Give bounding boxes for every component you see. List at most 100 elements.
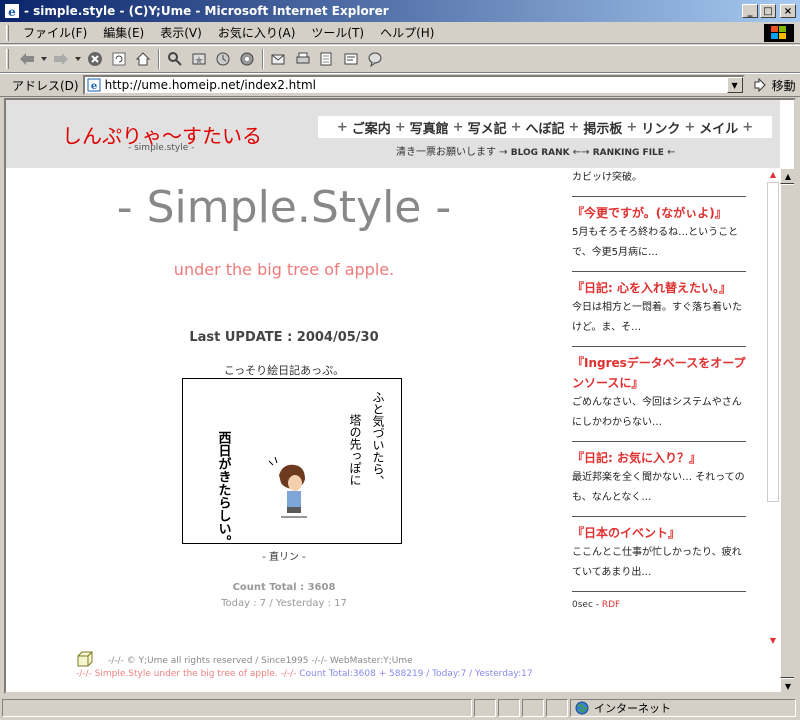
page-subtitle: under the big tree of apple. bbox=[173, 260, 395, 279]
discuss-icon[interactable] bbox=[340, 48, 362, 70]
url-input[interactable] bbox=[104, 78, 727, 92]
list-item: 『日記: 心を入れ替えたい。』 今日は相方と一悶着。すぐ落ち着いたけど。ま、そ… bbox=[572, 272, 746, 347]
back-dropdown-icon[interactable] bbox=[40, 48, 48, 70]
menu-help[interactable]: ヘルプ(H) bbox=[372, 24, 442, 41]
scroll-up-icon[interactable]: ▲ bbox=[780, 168, 794, 184]
mail-icon[interactable] bbox=[268, 48, 290, 70]
last-update: Last UPDATE : 2004/05/30 bbox=[189, 330, 379, 345]
status-cell bbox=[546, 699, 568, 717]
nav-link-diary[interactable]: へぼ記 bbox=[525, 118, 564, 137]
toolbar-separator bbox=[158, 49, 160, 69]
rdf-link[interactable]: RDF bbox=[602, 600, 620, 610]
browser-viewport: しんぷりゃ〜すたいる - simple.style - + ご案内 + 写真館 … bbox=[4, 98, 796, 694]
footer-info: -/-/- Simple.Style under the big tree of… bbox=[76, 669, 533, 679]
entry-body: 5月もそろそろ終わるね…ということで、今更5月病に… bbox=[572, 227, 739, 258]
menu-favorites[interactable]: お気に入り(A) bbox=[210, 24, 304, 41]
cube-icon bbox=[77, 651, 93, 667]
minimize-button[interactable]: _ bbox=[742, 4, 758, 18]
entry-title-link[interactable]: 『今更ですが。(ながぃよ)』 bbox=[572, 203, 746, 223]
stop-icon[interactable] bbox=[84, 48, 106, 70]
status-cell bbox=[498, 699, 520, 717]
address-bar: アドレス(D) e ▼ 移動 bbox=[0, 73, 800, 97]
scroll-up-icon[interactable]: ▲ bbox=[767, 168, 779, 180]
edit-icon[interactable] bbox=[316, 48, 338, 70]
news-frame: カビッけ突破。 『今更ですが。(ながぃよ)』 5月もそろそろ終わるね…ということ… bbox=[562, 168, 766, 646]
back-icon[interactable] bbox=[16, 48, 38, 70]
page-scroll-thumb[interactable] bbox=[780, 184, 794, 678]
toolbar-grip bbox=[6, 49, 9, 69]
menu-file[interactable]: ファイル(F) bbox=[15, 24, 95, 41]
entry-title-link[interactable]: 『日本のイベント』 bbox=[572, 523, 746, 543]
svg-text:e: e bbox=[8, 5, 16, 19]
status-cell bbox=[474, 699, 496, 717]
address-label: アドレス(D) bbox=[12, 78, 79, 93]
blog-rank-link[interactable]: BLOG RANK bbox=[511, 148, 570, 158]
page-title: - Simple.Style - bbox=[116, 182, 452, 233]
news-scroll-thumb[interactable] bbox=[767, 182, 779, 502]
entry-title-link[interactable]: 『Ingresデータベースをオープンソースに』 bbox=[572, 353, 746, 393]
menu-grip bbox=[6, 24, 9, 41]
nav-separator: + bbox=[568, 119, 580, 135]
search-icon[interactable] bbox=[164, 48, 186, 70]
rss-timing: 0sec - bbox=[572, 600, 602, 610]
arrow-mid: ←→ bbox=[572, 147, 590, 158]
count-today: Today : 7 / Yesterday : 17 bbox=[221, 598, 347, 609]
vote-text: 清き一票お願いします → bbox=[396, 147, 508, 158]
forward-icon[interactable] bbox=[50, 48, 72, 70]
refresh-icon[interactable] bbox=[108, 48, 130, 70]
menu-tools[interactable]: ツール(T) bbox=[303, 24, 372, 41]
favorites-icon[interactable] bbox=[188, 48, 210, 70]
ie-icon: e bbox=[5, 4, 19, 19]
print-icon[interactable] bbox=[292, 48, 314, 70]
menu-view[interactable]: 表示(V) bbox=[152, 24, 210, 41]
nav-link-mail[interactable]: メイル bbox=[699, 118, 738, 137]
site-header: しんぷりゃ〜すたいる - simple.style - + ご案内 + 写真館 … bbox=[6, 100, 780, 168]
address-field[interactable]: e ▼ bbox=[82, 75, 745, 95]
close-button[interactable]: × bbox=[780, 4, 796, 18]
menu-edit[interactable]: 編集(E) bbox=[95, 24, 152, 41]
messenger-icon[interactable] bbox=[364, 48, 386, 70]
list-item: 『Ingresデータベースをオープンソースに』 ごめんなさい、今回はシステムやさ… bbox=[572, 347, 746, 442]
nav-separator: + bbox=[684, 119, 696, 135]
direct-link-caption[interactable]: - 直リン - bbox=[6, 548, 562, 563]
nav-link-photos[interactable]: 写真館 bbox=[410, 118, 449, 137]
media-icon[interactable] bbox=[236, 48, 258, 70]
entry-body: 最近邦楽を全く聞かない… それってのも、なんとなく… bbox=[572, 472, 745, 503]
svg-text:e: e bbox=[90, 81, 96, 92]
nav-separator: + bbox=[452, 119, 464, 135]
home-icon[interactable] bbox=[132, 48, 154, 70]
history-icon[interactable] bbox=[212, 48, 234, 70]
window-title: - simple.style - (C)Y;Ume - Microsoft In… bbox=[24, 4, 389, 18]
scroll-down-icon[interactable]: ▼ bbox=[780, 678, 794, 692]
diary-illustration[interactable]: 西日がきたらしい。 ふと気づいたら、 塔の先っぽに bbox=[182, 378, 402, 548]
ranking-file-link[interactable]: RANKING FILE bbox=[593, 148, 664, 158]
nav-link-bbs[interactable]: 掲示板 bbox=[583, 118, 622, 137]
go-arrow-icon bbox=[754, 78, 766, 92]
footer-copyright: -/-/- © Y;Ume all rights reserved / Sinc… bbox=[108, 656, 413, 666]
forward-dropdown-icon[interactable] bbox=[74, 48, 82, 70]
go-button[interactable]: 移動 bbox=[753, 77, 796, 94]
page-icon: e bbox=[87, 78, 101, 92]
minimize-icon: _ bbox=[747, 5, 753, 17]
entry-body: ここんとこ仕事が忙しかったり、疲れていてあまり出… bbox=[572, 547, 742, 578]
site-logo-sub: - simple.style - bbox=[128, 143, 195, 153]
news-scrollbar[interactable]: ▲ ▼ bbox=[766, 168, 780, 646]
nav-separator: + bbox=[510, 119, 522, 135]
scroll-down-icon[interactable]: ▼ bbox=[767, 634, 779, 646]
list-item: 『日本のイベント』 ここんとこ仕事が忙しかったり、疲れていてあまり出… bbox=[572, 517, 746, 592]
nav-link-links[interactable]: リンク bbox=[641, 118, 680, 137]
entry-title-link[interactable]: 『日記: 心を入れ替えたい。』 bbox=[572, 278, 746, 298]
close-icon: × bbox=[783, 5, 793, 17]
nav-link-photo-diary[interactable]: 写メ記 bbox=[468, 118, 507, 137]
rss-footer: 0sec - RDF bbox=[572, 592, 746, 610]
nav-separator: + bbox=[336, 119, 348, 135]
toolbar bbox=[0, 45, 800, 73]
address-dropdown-icon[interactable]: ▼ bbox=[726, 77, 743, 93]
entry-title-link[interactable]: 『日記: お気に入り？』 bbox=[572, 448, 746, 468]
maximize-button[interactable]: □ bbox=[760, 4, 776, 18]
nav-link-guide[interactable]: ご案内 bbox=[352, 118, 391, 137]
status-bar: インターネット bbox=[0, 696, 800, 720]
page-scrollbar[interactable]: ▲ ▼ bbox=[780, 168, 794, 692]
drawing-text-right2: 塔の先っぽに bbox=[348, 414, 362, 486]
toolbar-separator bbox=[262, 49, 264, 69]
